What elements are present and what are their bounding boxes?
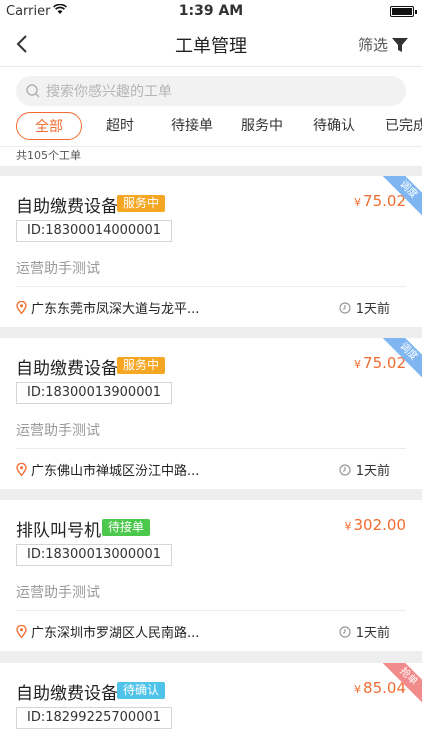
address-text: 广东深圳市罗湖区人民南路... (31, 626, 200, 641)
order-price: ¥85.04 (354, 679, 406, 697)
address-text: 广东佛山市禅城区汾江中路... (31, 464, 200, 479)
currency-symbol: ¥ (354, 683, 362, 696)
order-count: 共105个工单 (0, 146, 422, 166)
order-id: ID:18300014000001 (16, 220, 173, 242)
location-pin-icon (16, 301, 27, 314)
order-time: 1天前 (339, 298, 390, 317)
currency-symbol: ¥ (354, 196, 362, 209)
device-name: 自助缴费设备 (16, 684, 118, 704)
clock-icon (339, 625, 351, 638)
status-badge: 服务中 (117, 357, 166, 374)
order-id: ID:18299225700001 (16, 707, 173, 729)
order-card[interactable]: 自助缴费设备 服务中 ¥75.02 ID:18300013900001 运营助手… (0, 338, 422, 489)
order-card[interactable]: 自助缴费设备 待确认 ¥85.04 ID:18299225700001 抢单 (0, 663, 422, 750)
currency-symbol: ¥ (344, 520, 352, 533)
status-badge: 待确认 (117, 682, 166, 699)
filter-button[interactable]: 筛选 (358, 34, 408, 55)
price-value: 75.02 (363, 354, 406, 372)
status-bar: Carrier 1:39 AM (0, 0, 422, 24)
time-ago-text: 1天前 (355, 464, 390, 479)
tab-pending-confirm[interactable]: 待确认 (306, 112, 362, 140)
order-time: 1天前 (339, 460, 390, 479)
currency-symbol: ¥ (354, 358, 362, 371)
order-price: ¥75.02 (354, 354, 406, 372)
divider (16, 286, 406, 287)
divider (16, 448, 406, 449)
order-address: 广东深圳市罗湖区人民南路... (16, 622, 199, 641)
filter-label: 筛选 (357, 36, 388, 54)
order-id: ID:18300013000001 (16, 544, 173, 566)
order-id: ID:18300013900001 (16, 382, 173, 404)
order-price: ¥302.00 (345, 516, 407, 534)
tab-pending-accept[interactable]: 待接单 (164, 112, 220, 140)
status-badge: 待接单 (102, 519, 151, 536)
time-ago-text: 1天前 (355, 626, 390, 641)
order-card[interactable]: 自助缴费设备 服务中 ¥75.02 ID:18300014000001 运营助手… (0, 176, 422, 327)
navigation-bar: 工单管理 筛选 (0, 24, 422, 66)
location-pin-icon (16, 625, 27, 638)
price-value: 302.00 (353, 516, 407, 534)
tab-in-service[interactable]: 服务中 (234, 112, 290, 140)
device-name: 自助缴费设备 (16, 359, 118, 379)
clock: 1:39 AM (178, 3, 244, 19)
order-time: 1天前 (339, 622, 390, 641)
price-value: 85.04 (363, 679, 406, 697)
order-description: 运营助手测试 (16, 585, 100, 601)
battery-icon (390, 6, 417, 17)
order-description: 运营助手测试 (16, 423, 100, 439)
tab-overtime[interactable]: 超时 (96, 112, 144, 140)
device-name: 排队叫号机 (16, 521, 101, 541)
filter-icon (392, 37, 408, 52)
divider (16, 610, 406, 611)
search-placeholder: 搜索你感兴趣的工单 (46, 84, 172, 100)
order-card[interactable]: 排队叫号机 待接单 ¥302.00 ID:18300013000001 运营助手… (0, 500, 422, 651)
tab-all[interactable]: 全部 (16, 112, 82, 140)
order-address: 广东佛山市禅城区汾江中路... (16, 460, 199, 479)
device-name: 自助缴费设备 (16, 197, 118, 217)
search-icon (26, 84, 40, 98)
order-price: ¥75.02 (354, 192, 406, 210)
price-value: 75.02 (363, 192, 406, 210)
address-text: 广东东莞市凤深大道与龙平... (31, 302, 200, 317)
tab-completed[interactable]: 已完成 (378, 112, 422, 140)
status-badge: 服务中 (117, 195, 166, 212)
search-input[interactable]: 搜索你感兴趣的工单 (16, 76, 406, 106)
clock-icon (339, 463, 351, 476)
time-ago-text: 1天前 (355, 302, 390, 317)
order-address: 广东东莞市凤深大道与龙平... (16, 298, 199, 317)
clock-icon (339, 301, 351, 314)
location-pin-icon (16, 463, 27, 476)
order-description: 运营助手测试 (16, 261, 100, 277)
search-bar: 搜索你感兴趣的工单 (0, 66, 422, 110)
status-tabs: 全部 超时 待接单 服务中 待确认 已完成 (0, 110, 422, 146)
